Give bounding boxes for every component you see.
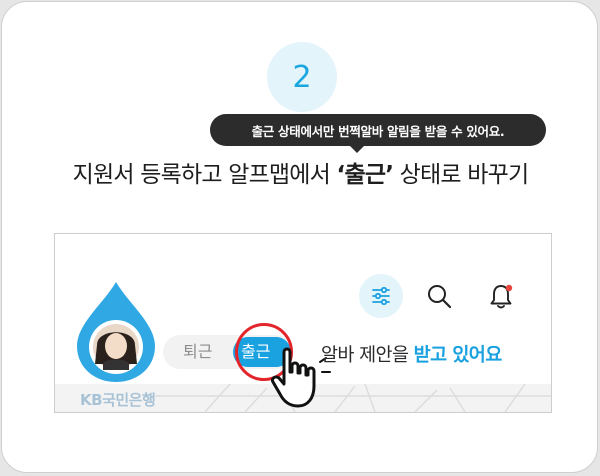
offer-prefix: 알바 제안을 [321,345,414,366]
notification-dot [505,284,513,292]
step-number-badge: 2 [267,42,337,112]
headline-highlight: ‘출근’ [336,162,394,188]
headline-prefix: 지원서 등록하고 알프맵에서 [72,162,337,188]
tooltip-text: 출근 상태에서만 번쩍알바 알림을 받을 수 있어요. [251,123,505,139]
tooltip-bubble: 출근 상태에서만 번쩍알바 알림을 받을 수 있어요. [210,114,546,146]
filter-button[interactable] [359,274,403,318]
bell-icon [490,284,513,309]
step-number: 2 [292,59,312,95]
bank-name: KB국민은행 [80,391,156,409]
offer-status-text: 알바 제안을 받고 있어요 [321,341,502,367]
toggle-off-work[interactable]: 퇴근 [183,335,212,369]
headline: 지원서 등록하고 알프맵에서 ‘출근’ 상태로 바꾸기 [2,155,597,189]
filter-icon [372,286,390,306]
search-icon [428,285,452,309]
search-button[interactable] [421,278,457,314]
profile-droplet[interactable] [73,280,159,384]
step-card: 2 출근 상태에서만 번쩍알바 알림을 받을 수 있어요. 지원서 등록하고 알… [1,1,598,473]
tooltip-tail [350,146,364,153]
notification-button[interactable] [483,278,519,314]
app-screenshot: KB국민은행 퇴근 출근 알바 제안을 받고 있어요 [54,233,552,413]
offer-highlight: 받고 있어요 [413,345,503,366]
headline-suffix: 상태로 바꾸기 [393,162,529,188]
